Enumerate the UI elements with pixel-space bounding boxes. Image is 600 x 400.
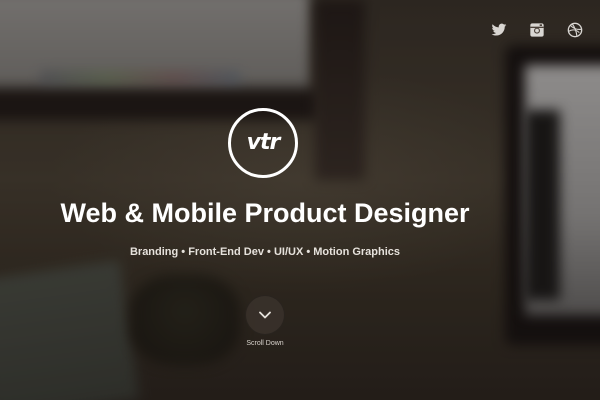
chevron-down-icon — [259, 311, 271, 319]
scroll-down-button[interactable] — [245, 295, 285, 335]
instagram-icon[interactable] — [529, 22, 545, 38]
tagline: Branding • Front-End Dev • UI/UX • Motio… — [129, 246, 401, 258]
scroll-down-label: Scroll Down — [246, 340, 284, 347]
social-links — [491, 22, 583, 38]
page-title: Web & Mobile Product Designer — [60, 198, 470, 228]
twitter-icon[interactable] — [491, 22, 507, 38]
logo[interactable]: vtr — [228, 108, 298, 178]
hero-section: vtr Web & Mobile Product Designer Brandi… — [0, 0, 600, 400]
dribbble-icon[interactable] — [567, 22, 583, 38]
logo-text: vtr — [246, 130, 281, 155]
